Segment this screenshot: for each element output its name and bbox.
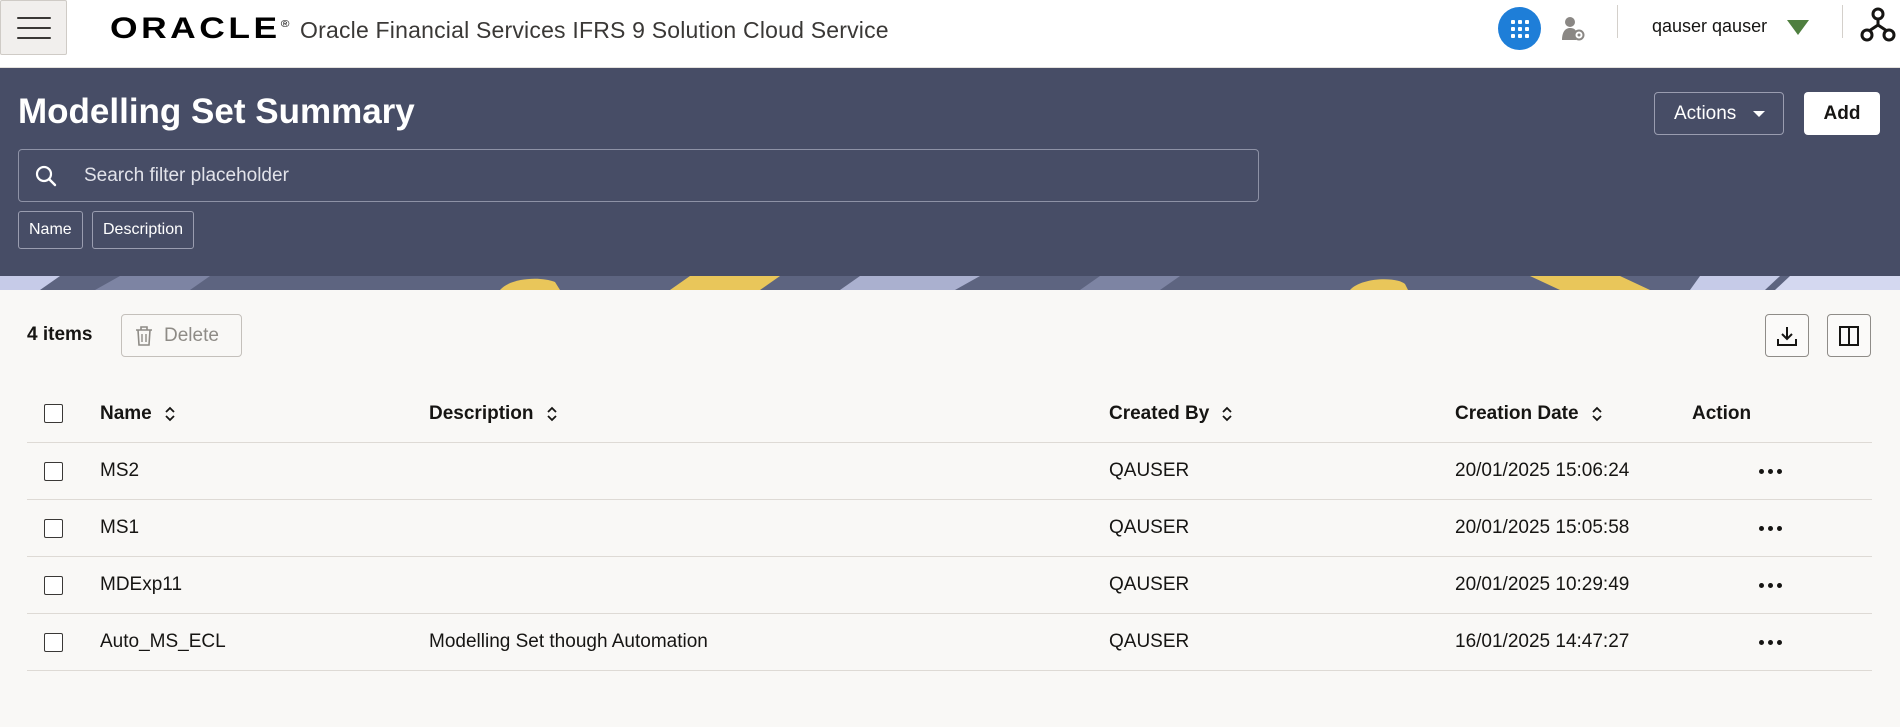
row-action-cell: [1759, 500, 1782, 556]
filter-chip-name[interactable]: Name: [18, 211, 83, 249]
user-name[interactable]: qauser qauser: [1652, 16, 1767, 37]
actions-button[interactable]: Actions: [1654, 92, 1784, 135]
column-panel-button[interactable]: [1827, 314, 1871, 357]
table-row[interactable]: MDExp11 QAUSER 20/01/2025 10:29:49: [27, 557, 1872, 614]
top-bar: ORACLE® Oracle Financial Services IFRS 9…: [0, 0, 1900, 68]
row-checkbox[interactable]: [44, 518, 63, 538]
sort-icon[interactable]: [1221, 405, 1233, 423]
column-header-label: Name: [100, 402, 152, 424]
table-header-row: Name Description Created By Creation Dat…: [27, 385, 1872, 443]
more-horizontal-icon[interactable]: [1759, 525, 1782, 531]
cell-created-by: QAUSER: [1109, 631, 1190, 652]
topbar-divider: [1617, 5, 1618, 38]
topbar-divider: [1842, 5, 1843, 38]
row-action-cell: [1759, 443, 1782, 499]
column-header-created-by[interactable]: Created By: [1109, 385, 1233, 442]
cell-creation-date: 20/01/2025 15:06:24: [1455, 460, 1630, 481]
sort-icon[interactable]: [546, 405, 558, 423]
sort-icon[interactable]: [164, 405, 176, 423]
row-select-cell: [44, 557, 63, 613]
row-checkbox[interactable]: [44, 461, 63, 481]
hierarchy-icon[interactable]: [1860, 7, 1896, 43]
cell-created-by: QAUSER: [1109, 574, 1190, 595]
table-row[interactable]: MS1 QAUSER 20/01/2025 15:05:58: [27, 500, 1872, 557]
select-all-checkbox[interactable]: [44, 404, 63, 423]
caret-down-icon: [1753, 111, 1765, 117]
decorative-banner: [0, 276, 1900, 290]
app-title: Oracle Financial Services IFRS 9 Solutio…: [300, 17, 889, 43]
caret-down-icon[interactable]: [1787, 20, 1809, 35]
table-row[interactable]: Auto_MS_ECL Modelling Set though Automat…: [27, 614, 1872, 671]
row-select-cell: [44, 500, 63, 556]
search-input[interactable]: [84, 150, 1234, 201]
column-panel-icon: [1839, 325, 1859, 346]
row-action-cell: [1759, 557, 1782, 613]
cell-name: MDExp11: [100, 574, 183, 595]
row-select-cell: [44, 614, 63, 670]
grid-icon: [1510, 19, 1529, 38]
cell-creation-date: 20/01/2025 10:29:49: [1455, 574, 1630, 595]
table-row[interactable]: MS2 QAUSER 20/01/2025 15:06:24: [27, 443, 1872, 500]
more-horizontal-icon[interactable]: [1759, 582, 1782, 588]
cell-creation-date: 20/01/2025 15:05:58: [1455, 517, 1630, 538]
column-header-name[interactable]: Name: [100, 385, 176, 442]
trash-icon: [136, 325, 152, 346]
column-header-creation-date[interactable]: Creation Date: [1455, 385, 1603, 442]
user-gear-icon[interactable]: [1561, 16, 1585, 42]
delete-button[interactable]: Delete: [121, 314, 242, 357]
column-header-action: Action: [1692, 402, 1752, 424]
apps-button[interactable]: [1498, 7, 1541, 50]
download-button[interactable]: [1765, 314, 1809, 357]
items-count: 4 items: [27, 324, 93, 345]
delete-label: Delete: [164, 324, 219, 346]
more-horizontal-icon[interactable]: [1759, 639, 1782, 645]
search-box[interactable]: [18, 149, 1259, 202]
hamburger-icon: [16, 16, 51, 39]
sort-icon[interactable]: [1591, 405, 1603, 423]
cell-created-by: QAUSER: [1109, 460, 1190, 481]
search-icon: [35, 165, 57, 187]
cell-creation-date: 16/01/2025 14:47:27: [1455, 631, 1630, 652]
download-icon: [1777, 326, 1797, 346]
column-header-label: Creation Date: [1455, 402, 1579, 424]
menu-button[interactable]: [0, 0, 67, 55]
select-all-cell: [44, 385, 63, 442]
oracle-logo: ORACLE®: [110, 12, 290, 45]
add-button[interactable]: Add: [1804, 92, 1880, 135]
actions-label: Actions: [1674, 102, 1737, 124]
cell-created-by: QAUSER: [1109, 517, 1190, 538]
row-select-cell: [44, 443, 63, 499]
cell-name: MS1: [100, 517, 140, 538]
row-action-cell: [1759, 614, 1782, 670]
column-header-label: Description: [429, 402, 534, 424]
modelling-set-table: Name Description Created By Creation Dat…: [27, 385, 1872, 671]
column-header-label: Created By: [1109, 402, 1210, 424]
row-checkbox[interactable]: [44, 575, 63, 595]
more-horizontal-icon[interactable]: [1759, 468, 1782, 474]
cell-description: Modelling Set though Automation: [429, 631, 708, 652]
cell-name: Auto_MS_ECL: [100, 631, 226, 652]
cell-name: MS2: [100, 460, 140, 481]
page-header: Modelling Set Summary Name Description A…: [0, 68, 1900, 276]
column-header-description[interactable]: Description: [429, 385, 558, 442]
filter-chip-description[interactable]: Description: [92, 211, 195, 249]
row-checkbox[interactable]: [44, 632, 63, 652]
page-title: Modelling Set Summary: [18, 92, 415, 131]
